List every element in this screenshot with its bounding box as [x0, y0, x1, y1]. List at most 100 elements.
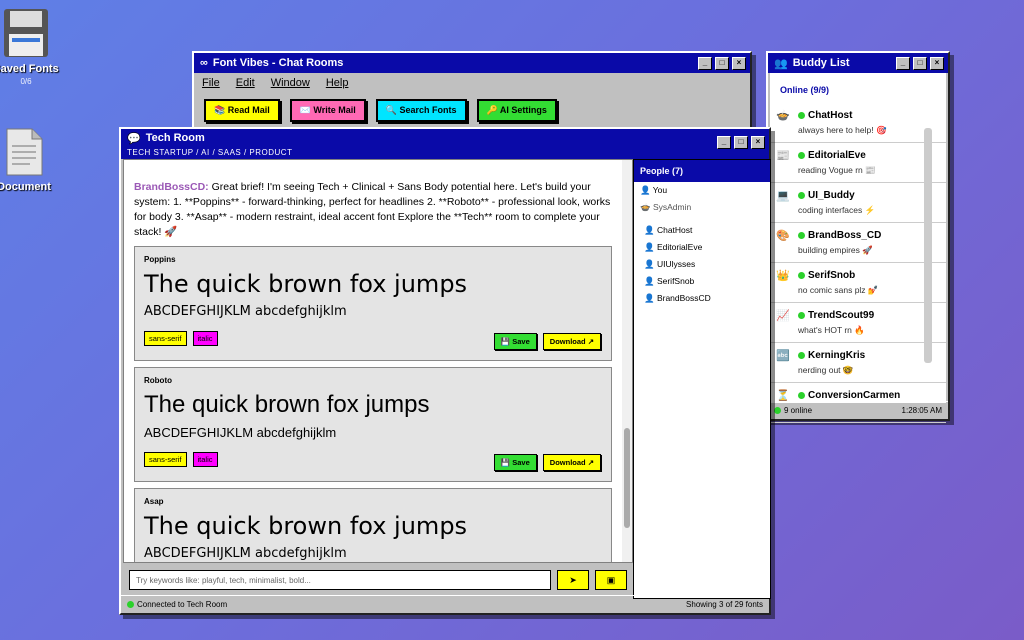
user-icon: 👤 [644, 225, 657, 235]
font-actions: 💾 Save Download ↗ [493, 454, 601, 471]
buddy-name: TrendScout99 [808, 310, 875, 321]
image-icon: ▣ [606, 574, 616, 585]
save-icon: 💾 [500, 458, 513, 467]
send-button[interactable]: ➤ [557, 570, 589, 590]
buddy-name: KerningKris [808, 350, 866, 361]
buddy-avatar-icon: 📰 [776, 150, 790, 162]
buddy-titlebar[interactable]: 👥 Buddy List _ □ × [768, 53, 948, 73]
people-name: ChatHost [656, 225, 693, 235]
online-dot-icon [774, 407, 781, 415]
font-count-status: Showing 3 of 29 fonts [686, 600, 763, 609]
online-dot-icon [798, 391, 805, 399]
keyword-input[interactable]: Try keywords like: playful, tech, minima… [129, 570, 551, 590]
ai-settings-button[interactable]: 🔑 AI Settings [476, 99, 557, 122]
buddy-item[interactable]: 🍲 ChatHost always here to help! 🎯 [770, 103, 946, 143]
maximize-button[interactable]: □ [913, 56, 927, 70]
close-button[interactable]: × [751, 136, 765, 149]
chat-rooms-titlebar[interactable]: ∞ Font Vibes - Chat Rooms _ □ × [194, 53, 750, 73]
desktop-icon-document[interactable]: Document [0, 128, 60, 193]
people-panel: People (7) 👤 You 🍲 SysAdmin 👤 ChatHost 👤 Ed… [633, 159, 771, 599]
save-label: Save [512, 458, 530, 467]
download-button[interactable]: Download ↗ [542, 454, 601, 471]
buddy-status: always here to help! 🎯 [798, 125, 887, 135]
buddy-item[interactable]: 📈 TrendScout99 what's HOT rn 🔥 [770, 303, 946, 343]
people-item[interactable]: 🍲 SysAdmin [634, 199, 770, 216]
buddy-item[interactable]: 🔤 KerningKris nerding out 🤓 [770, 343, 946, 383]
buddy-avatar-icon: 🎨 [776, 230, 790, 242]
message-author: BrandBossCD: [134, 181, 209, 193]
people-item[interactable]: 👤 You [634, 182, 770, 199]
buddies-icon: 👥 [774, 57, 788, 70]
buddy-item[interactable]: 🎨 BrandBoss_CD building empires 🚀 [770, 223, 946, 263]
buddy-list: Online (9/9) 🍲 ChatHost always here to hel… [770, 73, 946, 423]
buddy-name-row: TrendScout99 [798, 309, 874, 321]
font-name: Roboto [144, 376, 172, 385]
clock: 1:28:05 AM [901, 406, 942, 415]
toolbar: 📚 Read Mail ✉️ Write Mail 🔍 Search Fonts… [194, 93, 750, 128]
buddy-status: no comic sans plz 💅 [798, 285, 879, 295]
people-item[interactable]: 👤 UIUlysses [634, 256, 770, 273]
menubar: File Edit Window Help [194, 73, 750, 93]
buddy-name-row: SerifSnob [798, 269, 879, 281]
buddy-avatar-icon: 📈 [776, 310, 790, 322]
buddy-info: TrendScout99 what's HOT rn 🔥 [798, 309, 874, 336]
minimize-button[interactable]: _ [717, 136, 731, 149]
buddy-scrollbar[interactable] [924, 128, 932, 363]
search-fonts-button[interactable]: 🔍 Search Fonts [375, 99, 467, 122]
minimize-button[interactable]: _ [698, 56, 712, 70]
chat-scrollbar[interactable] [622, 160, 632, 562]
buddy-item[interactable]: 💻 UI_Buddy coding interfaces ⚡ [770, 183, 946, 223]
tag-sans-serif: sans-serif [144, 452, 187, 467]
people-item[interactable]: 👤 ChatHost [634, 222, 770, 239]
buddy-avatar-icon: 👑 [776, 270, 790, 282]
online-header: Online (9/9) [780, 85, 830, 95]
tech-room-titlebar[interactable]: 💬 Tech Room TECH STARTUP / AI / SAAS / PR… [121, 129, 769, 159]
tag-italic: italic [192, 331, 218, 346]
download-button[interactable]: Download ↗ [542, 333, 601, 350]
chat-pane[interactable]: BrandBossCD: Great brief! I'm seeing Tec… [123, 159, 633, 563]
write-mail-button[interactable]: ✉️ Write Mail [289, 99, 366, 122]
desktop-icon-saved-fonts[interactable]: Saved Fonts 0/6 [0, 8, 62, 86]
buddy-name-row: BrandBoss_CD [798, 229, 881, 241]
menu-edit[interactable]: Edit [236, 77, 255, 89]
online-dot-icon [798, 311, 805, 319]
menu-window[interactable]: Window [271, 77, 310, 89]
read-mail-button[interactable]: 📚 Read Mail [204, 99, 280, 122]
online-count: 9 online [784, 406, 813, 415]
external-link-icon: ↗ [585, 458, 594, 467]
room-subtitle: TECH STARTUP / AI / SAAS / PRODUCT [127, 148, 293, 157]
minimize-button[interactable]: _ [896, 56, 910, 70]
close-button[interactable]: × [732, 56, 746, 70]
connection-status: Connected to Tech Room [137, 600, 228, 609]
people-header: People (7) [634, 160, 770, 182]
attach-button[interactable]: ▣ [595, 570, 627, 590]
people-item[interactable]: 👤 EditorialEve [634, 239, 770, 256]
close-button[interactable]: × [930, 56, 944, 70]
send-icon: ➤ [569, 574, 577, 585]
saved-fonts-count: 0/6 [20, 77, 32, 86]
buddy-item[interactable]: 👑 SerifSnob no comic sans plz 💅 [770, 263, 946, 303]
buddy-name: SerifSnob [808, 270, 856, 281]
user-icon: 👤 [640, 185, 653, 195]
save-button[interactable]: 💾 Save [493, 333, 537, 350]
scroll-thumb[interactable] [624, 428, 630, 528]
tag-italic: italic [192, 452, 218, 467]
online-dot-icon [798, 231, 805, 239]
maximize-button[interactable]: □ [734, 136, 748, 149]
buddy-item[interactable]: 📰 EditorialEve reading Vogue rn 📰 [770, 143, 946, 183]
user-icon: 👤 [644, 276, 657, 286]
buddy-status: nerding out 🤓 [798, 365, 854, 375]
save-button[interactable]: 💾 Save [493, 454, 537, 471]
menu-help[interactable]: Help [326, 77, 349, 89]
menu-file[interactable]: File [202, 77, 220, 89]
maximize-button[interactable]: □ [715, 56, 729, 70]
buddy-name-row: UI_Buddy [798, 189, 875, 201]
save-icon: 💾 [500, 337, 513, 346]
people-item[interactable]: 👤 BrandBossCD [634, 290, 770, 307]
chat-message: BrandBossCD: Great brief! I'm seeing Tec… [124, 160, 632, 240]
people-name: You [652, 185, 668, 195]
download-label: Download [549, 458, 586, 467]
buddy-title: Buddy List [792, 57, 850, 69]
font-sample: The quick brown fox jumps [144, 391, 430, 418]
people-item[interactable]: 👤 SerifSnob [634, 273, 770, 290]
